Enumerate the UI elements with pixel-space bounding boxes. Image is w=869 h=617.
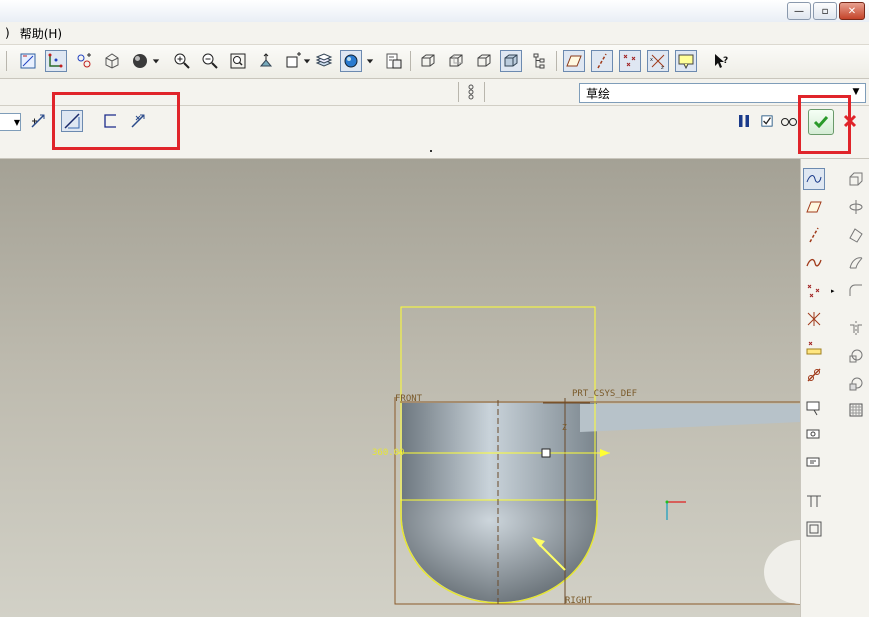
layers-icon[interactable] (313, 50, 335, 72)
appearance-icon[interactable] (340, 50, 362, 72)
copy-icon[interactable] (845, 373, 867, 395)
highlight-box-confirm (798, 95, 851, 154)
model-tree-icon[interactable] (529, 50, 551, 72)
main-toolbar: xz ? (0, 45, 869, 79)
zoom-in-icon[interactable] (171, 50, 193, 72)
note-tool-icon[interactable] (803, 425, 825, 447)
axis-z-label: Z (562, 423, 567, 432)
chevron-down-icon[interactable]: ▼ (849, 85, 863, 99)
grid-icon[interactable] (845, 399, 867, 421)
orientation-dropdown[interactable]: ▼ (0, 113, 21, 131)
shaded-icon[interactable] (500, 50, 522, 72)
window-controls: — ▫ ✕ (787, 2, 865, 20)
annotation-tool-icon[interactable] (803, 397, 825, 419)
toolbar-separator (458, 82, 459, 102)
sketch-setup-icon[interactable] (17, 50, 39, 72)
csys-label: PRT_CSYS_DEF (572, 389, 638, 399)
view-mode-icon[interactable] (101, 50, 123, 72)
extrude-icon[interactable] (845, 168, 867, 190)
selection-filter-value: 草绘 (586, 86, 611, 101)
zoom-out-icon[interactable] (199, 50, 221, 72)
flip-direction-icon[interactable] (27, 110, 49, 132)
round-icon[interactable] (845, 280, 867, 302)
reorient-icon[interactable] (255, 50, 277, 72)
find-icon[interactable] (460, 81, 482, 103)
menu-item-help[interactable]: 帮助(H) (15, 25, 67, 42)
toolbar-separator (556, 51, 557, 71)
dimension-value[interactable]: 360.00 (372, 448, 405, 458)
datum-axis-display-icon[interactable] (591, 50, 613, 72)
mirror-icon[interactable] (845, 317, 867, 339)
dimension-arrow (600, 449, 610, 457)
cup-bottom (402, 500, 597, 602)
title-bar: — ▫ ✕ (0, 0, 869, 22)
chain-tool-icon[interactable] (803, 364, 825, 386)
minimize-button[interactable]: — (787, 2, 811, 20)
annotation-display-icon[interactable] (675, 50, 697, 72)
triad-origin (665, 500, 669, 504)
shading-dropdown-icon[interactable] (150, 50, 162, 72)
toolbar-separator (6, 51, 7, 71)
wireframe-icon[interactable] (417, 50, 439, 72)
close-window-button[interactable]: ✕ (839, 2, 865, 20)
svg-text:x: x (650, 57, 653, 63)
highlight-box-sketch-tools (52, 92, 180, 150)
datum-point-tool-icon[interactable] (803, 280, 825, 302)
context-help-icon[interactable]: ? (710, 50, 732, 72)
symbol-tool-icon[interactable] (803, 453, 825, 475)
pause-icon[interactable] (733, 110, 755, 132)
refit-icon[interactable] (227, 50, 249, 72)
spline-select-icon[interactable] (803, 168, 825, 190)
sketch-references-icon[interactable] (45, 50, 67, 72)
right-plane-label: RIGHT (565, 596, 593, 606)
pattern-icon[interactable] (845, 345, 867, 367)
datum-axis-tool-icon[interactable] (803, 224, 825, 246)
model-graphics (394, 306, 800, 605)
divider-dot (430, 150, 432, 152)
sweep-icon[interactable] (845, 224, 867, 246)
csys-tool-icon[interactable] (803, 308, 825, 330)
csys-display-icon[interactable]: xz (647, 50, 669, 72)
datum-plane-display-icon[interactable] (563, 50, 585, 72)
shell-tool-icon[interactable] (803, 518, 825, 540)
sketch-plane-tool-icon[interactable] (803, 196, 825, 218)
hidden-line-icon[interactable] (445, 50, 467, 72)
toolbar-separator (410, 51, 411, 71)
datum-point-display-icon[interactable] (619, 50, 641, 72)
relations-icon[interactable] (73, 50, 95, 72)
model-tree-settings-icon[interactable] (383, 50, 405, 72)
dimension-handle[interactable] (541, 448, 551, 458)
revolve-icon[interactable] (845, 196, 867, 218)
no-hidden-icon[interactable] (473, 50, 495, 72)
flyout-arrow-icon[interactable]: ▸ (831, 287, 835, 295)
curve-tool-icon[interactable] (803, 252, 825, 274)
front-plane-label: FRONT (395, 394, 423, 404)
restore-button[interactable]: ▫ (813, 2, 837, 20)
sketch-tools-toolbar: ▸ (800, 159, 869, 617)
hole-tool-icon[interactable] (803, 490, 825, 512)
saved-views-dropdown-icon[interactable] (301, 50, 313, 72)
analysis-tool-icon[interactable] (803, 336, 825, 358)
toolbar-separator (484, 82, 485, 102)
overlay-blob (764, 540, 800, 604)
cup-handle (580, 404, 800, 432)
menu-item-partial[interactable]: ) (0, 26, 15, 40)
appearance-dropdown-icon[interactable] (364, 50, 376, 72)
svg-text:z: z (661, 65, 664, 70)
shading-icon[interactable] (129, 50, 151, 72)
graphics-viewport[interactable]: FRONT PRT_CSYS_DEF RIGHT Z 360.00 (0, 159, 800, 617)
preview-glasses-icon[interactable] (778, 110, 800, 132)
preview-checkbox[interactable] (760, 110, 774, 132)
menu-bar: ) 帮助(H) (0, 22, 869, 45)
svg-text:?: ? (723, 56, 728, 66)
blend-icon[interactable] (845, 252, 867, 274)
